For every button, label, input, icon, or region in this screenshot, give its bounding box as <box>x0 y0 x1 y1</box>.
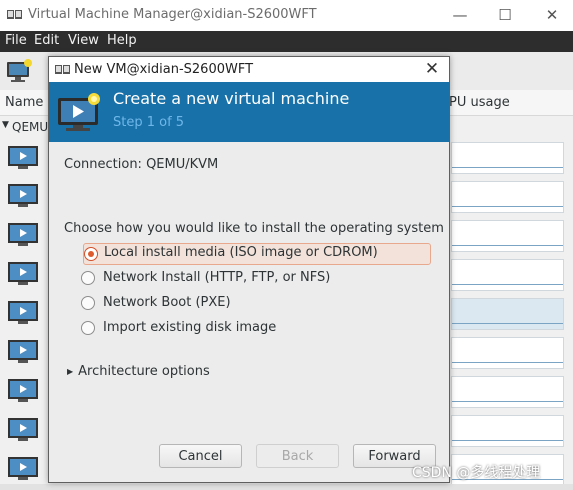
menu-help[interactable]: Help <box>107 33 137 48</box>
vm-monitor-icon[interactable] <box>7 222 39 248</box>
vm-monitor-icon[interactable] <box>7 339 39 365</box>
radio-button[interactable] <box>81 296 95 310</box>
menu-view[interactable]: View <box>68 33 99 48</box>
menu-edit[interactable]: Edit <box>34 33 59 48</box>
cpu-usage-graph <box>451 337 564 369</box>
option-import-disk-image[interactable]: Import existing disk image <box>81 318 431 340</box>
maximize-icon[interactable]: ☐ <box>490 4 520 26</box>
vm-monitor-icon[interactable] <box>7 145 39 171</box>
cpu-usage-graph <box>451 298 564 330</box>
back-button[interactable]: Back <box>256 444 339 468</box>
vm-monitor-icon[interactable] <box>7 261 39 287</box>
option-label: Local install media (ISO image or CDROM) <box>104 245 378 260</box>
radio-button[interactable] <box>84 247 98 261</box>
install-method-prompt: Choose how you would like to install the… <box>64 221 444 236</box>
cpu-usage-graph <box>451 415 564 447</box>
close-icon[interactable]: ✕ <box>537 4 567 26</box>
expander-arrow-icon: ▶ <box>67 367 74 376</box>
menubar: File Edit View Help <box>0 31 573 52</box>
vm-monitor-icon[interactable] <box>7 300 39 326</box>
connection-label: Connection: QEMU/KVM <box>64 157 219 172</box>
connection-group-label: QEMU/ <box>12 120 53 134</box>
new-vm-banner-icon <box>57 91 103 137</box>
cpu-usage-graph <box>451 142 564 174</box>
expander-icon[interactable]: ▼ <box>2 120 9 130</box>
column-name[interactable]: Name <box>5 95 43 110</box>
architecture-options-expander[interactable]: ▶ Architecture options <box>67 364 210 379</box>
dialog-app-icon <box>55 64 71 80</box>
new-vm-dialog: New VM@xidian-S2600WFT ✕ Create a new vi… <box>48 56 450 483</box>
dialog-close-icon[interactable]: ✕ <box>421 59 443 79</box>
option-label: Import existing disk image <box>103 320 277 335</box>
option-local-install-media[interactable]: Local install media (ISO image or CDROM) <box>83 243 431 265</box>
menu-file[interactable]: File <box>5 33 27 48</box>
radio-button[interactable] <box>81 321 95 335</box>
wizard-step: Step 1 of 5 <box>113 115 185 130</box>
option-network-install[interactable]: Network Install (HTTP, FTP, or NFS) <box>81 268 431 290</box>
cpu-usage-graph <box>451 259 564 291</box>
dialog-titlebar: New VM@xidian-S2600WFT ✕ <box>49 57 449 82</box>
vm-monitor-icon[interactable] <box>7 378 39 404</box>
main-titlebar: Virtual Machine Manager@xidian-S2600WFT … <box>0 0 573 32</box>
column-cpu-usage[interactable]: PU usage <box>449 95 510 110</box>
option-label: Network Boot (PXE) <box>103 295 231 310</box>
vm-monitor-icon[interactable] <box>7 456 39 482</box>
main-bottom-edge <box>0 484 573 490</box>
wizard-banner: Create a new virtual machine Step 1 of 5 <box>49 82 449 142</box>
cpu-usage-graph <box>451 220 564 252</box>
option-network-boot[interactable]: Network Boot (PXE) <box>81 293 431 315</box>
vm-monitor-icon[interactable] <box>7 417 39 443</box>
cpu-usage-graph <box>451 376 564 408</box>
vm-monitor-icon[interactable] <box>7 183 39 209</box>
app-icon <box>7 9 23 25</box>
radio-button[interactable] <box>81 271 95 285</box>
dialog-title: New VM@xidian-S2600WFT <box>74 62 254 77</box>
new-vm-icon[interactable] <box>6 59 34 87</box>
watermark: CSDN @多线程处理 <box>412 465 541 481</box>
wizard-heading: Create a new virtual machine <box>113 89 350 108</box>
minimize-icon[interactable]: — <box>445 4 475 26</box>
cancel-button[interactable]: Cancel <box>159 444 242 468</box>
main-window-title: Virtual Machine Manager@xidian-S2600WFT <box>28 7 317 22</box>
architecture-options-label: Architecture options <box>78 364 210 379</box>
cpu-usage-graph <box>451 181 564 213</box>
option-label: Network Install (HTTP, FTP, or NFS) <box>103 270 331 285</box>
